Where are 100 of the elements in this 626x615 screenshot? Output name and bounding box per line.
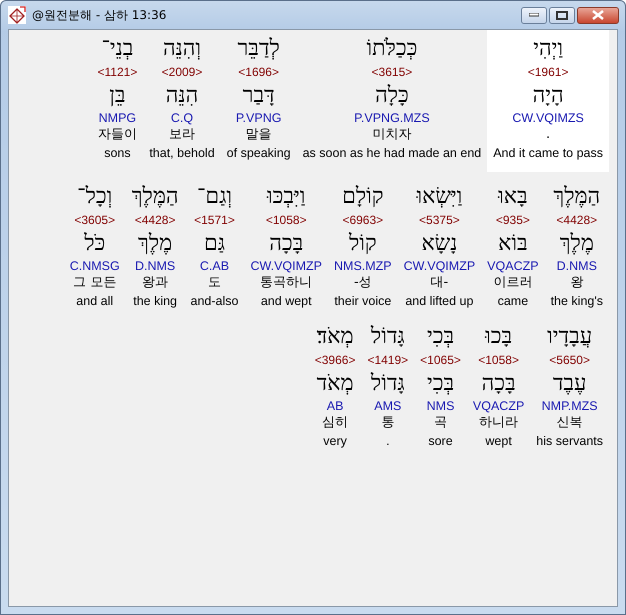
english-gloss: came — [498, 293, 528, 310]
english-gloss: and all — [76, 293, 114, 310]
korean-gloss: 보라 — [169, 126, 195, 144]
book-pen-icon — [7, 5, 27, 25]
lemma: מֶלֶךְ — [560, 230, 594, 258]
parsing-code: CW.VQIMZP — [250, 258, 322, 274]
parsing-code: VQACZP — [472, 398, 524, 414]
hebrew-word: כְּכַלֹּתוֹ — [366, 35, 418, 63]
strong-number: <935> — [496, 212, 530, 228]
korean-gloss: 자들이 — [98, 126, 137, 144]
lemma: בּוֹא — [498, 230, 528, 258]
lemma: קוֹל — [348, 230, 377, 258]
minimize-button[interactable] — [521, 6, 547, 24]
korean-gloss: 왕과 — [142, 274, 168, 292]
minimize-icon — [529, 13, 539, 17]
english-gloss: . — [386, 433, 390, 450]
strong-number: <3966> — [314, 352, 356, 368]
parsing-code: P.VPNG — [236, 110, 282, 126]
korean-gloss: 그 모든 — [73, 274, 116, 292]
english-gloss: and wept — [260, 293, 312, 310]
hebrew-word: וְהִנֵּה — [162, 35, 202, 63]
strong-number: <1961> — [528, 64, 568, 80]
korean-gloss: 심히 — [322, 414, 348, 432]
english-gloss: sons — [104, 145, 131, 162]
parsing-code: AMS — [374, 398, 402, 414]
english-gloss: the king — [133, 293, 177, 310]
korean-gloss: 왕 — [570, 274, 584, 292]
maximize-icon — [556, 10, 568, 20]
hebrew-word: לְדַבֵּר — [238, 35, 280, 63]
lemma: גָּדוֹל — [370, 370, 405, 398]
lemma: נָשָׂא — [421, 230, 458, 258]
hebrew-word: בָּכוּ — [485, 323, 512, 351]
english-gloss: very — [323, 433, 347, 450]
strong-number: <1419> — [367, 352, 408, 368]
strong-number: <1058> — [266, 212, 307, 228]
parsing-code: C.AB — [200, 258, 230, 274]
hebrew-word: וְכָל־ — [77, 183, 112, 211]
lemma: בֵּן — [109, 82, 126, 110]
korean-gloss: 곡 — [434, 414, 448, 432]
korean-gloss: 말을 — [246, 126, 272, 144]
strong-number: <2009> — [162, 64, 202, 80]
strong-number: <1696> — [238, 64, 279, 80]
english-gloss: and-also — [190, 293, 238, 310]
hebrew-word: מְאֹד׃ — [316, 323, 354, 351]
english-gloss: their voice — [334, 293, 392, 310]
lemma: מְאֹד — [316, 370, 354, 398]
lemma: עֶבֶד — [552, 370, 586, 398]
korean-gloss: 미치자 — [372, 126, 412, 144]
hebrew-word: גָּדוֹל — [370, 323, 405, 351]
hebrew-word: עֲבָדָיו — [547, 323, 592, 351]
korean-gloss: 신복 — [556, 414, 583, 432]
korean-gloss: -성 — [354, 274, 372, 292]
strong-number: <1065> — [420, 352, 461, 368]
hebrew-word: בָּאוּ — [498, 183, 528, 211]
korean-gloss: 대- — [430, 274, 448, 292]
parsing-code: D.NMS — [134, 258, 176, 274]
lemma: גַּם — [204, 230, 225, 258]
window-title: @원전분해 - 삼하 13:36 — [32, 6, 168, 24]
hebrew-word: וַיִּשְׂאוּ — [416, 183, 462, 211]
parsing-code: NMS.MZP — [334, 258, 392, 274]
parsing-code: VQACZP — [487, 258, 539, 274]
english-gloss: that, behold — [149, 145, 215, 162]
lemma: בָּכָה — [269, 230, 304, 258]
parsing-code: C.Q — [170, 110, 194, 126]
english-gloss: and lifted up — [405, 293, 474, 310]
parsing-code: CW.VQIMZS — [512, 110, 584, 126]
english-gloss: sore — [428, 433, 453, 450]
close-icon — [592, 10, 604, 20]
korean-gloss: 통 — [381, 414, 394, 432]
strong-number: <4428> — [556, 212, 598, 228]
hebrew-word: וַיְהִי — [533, 35, 564, 63]
hebrew-word: הַמֶּלֶךְ — [132, 183, 179, 211]
strong-number: <1121> — [98, 64, 138, 80]
strong-number: <3605> — [74, 212, 116, 228]
korean-gloss: 하니라 — [479, 414, 518, 432]
lemma: דָּבַר — [242, 82, 275, 110]
parsing-code: D.NMS — [556, 258, 597, 274]
korean-gloss: 도 — [208, 274, 221, 292]
hebrew-word: וְגַם־ — [196, 183, 232, 211]
maximize-button[interactable] — [549, 6, 575, 24]
english-gloss: his servants — [536, 433, 603, 450]
english-gloss: wept — [485, 433, 512, 450]
lemma: הִנֵּה — [166, 82, 198, 110]
close-button[interactable] — [577, 6, 619, 24]
strong-number: <6963> — [342, 212, 384, 228]
english-gloss: the king's — [550, 293, 603, 310]
strong-number: <5375> — [419, 212, 460, 228]
parsing-code: AB — [326, 398, 344, 414]
hebrew-word: וַיִּבְכּוּ — [267, 183, 306, 211]
parsing-code: NMP.MZS — [542, 398, 598, 414]
hebrew-word: בְּכִי — [426, 323, 454, 351]
parsing-code: C.NMSG — [70, 258, 120, 274]
strong-number: <3615> — [372, 64, 412, 80]
parsing-code: CW.VQIMZP — [404, 258, 476, 274]
parsing-code: P.VPNG.MZS — [354, 110, 430, 126]
english-gloss: as soon as he had made an end — [302, 145, 482, 162]
lemma: בָּכָה — [482, 370, 516, 398]
hebrew-word: הַמֶּלֶךְ — [553, 183, 600, 211]
strong-number: <5650> — [549, 352, 590, 368]
lemma: מֶלֶךְ — [138, 230, 172, 258]
